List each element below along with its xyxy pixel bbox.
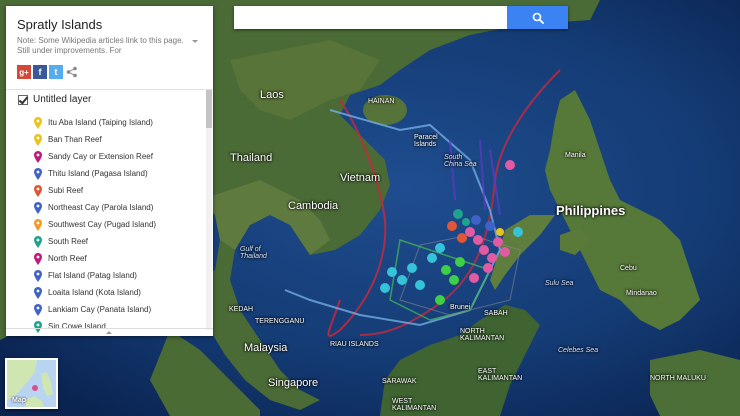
search-button[interactable] bbox=[507, 6, 568, 29]
layer-item-label: Lankiam Cay (Panata Island) bbox=[48, 305, 152, 314]
label-north-kalimantan: NORTH KALIMANTAN bbox=[460, 328, 505, 342]
legend-scrollbar[interactable] bbox=[206, 90, 212, 330]
map-pin-icon bbox=[34, 235, 42, 248]
map-pin-icon bbox=[34, 201, 42, 214]
layer-item-label: Ban Than Reef bbox=[48, 135, 102, 144]
basemap-toggle[interactable]: Map bbox=[5, 358, 58, 409]
basemap-label: Map bbox=[12, 397, 26, 404]
map-pin-icon bbox=[34, 286, 42, 299]
label-east-kalimantan: EAST KALIMANTAN bbox=[478, 368, 523, 382]
map-pin-icon bbox=[34, 252, 42, 265]
layer-item-label: North Reef bbox=[48, 254, 87, 263]
label-south-china-sea: South China Sea bbox=[444, 154, 477, 168]
map-pin-icon bbox=[34, 116, 42, 129]
layer-item-label: Sandy Cay or Extension Reef bbox=[48, 152, 153, 161]
layer-item[interactable]: South Reef bbox=[34, 233, 206, 250]
search-icon bbox=[532, 12, 544, 24]
label-kedah: KEDAH bbox=[229, 306, 254, 313]
legend-scroll-thumb[interactable] bbox=[206, 90, 212, 128]
label-philippines: Philippines bbox=[556, 203, 626, 218]
label-thailand: Thailand bbox=[230, 152, 273, 164]
label-manila: Manila bbox=[565, 152, 586, 159]
google-plus-share-button[interactable]: g+ bbox=[17, 65, 31, 79]
map-legend-panel: Spratly Islands Note: Some Wikipedia art… bbox=[6, 6, 213, 336]
label-west-kalimantan: WEST KALIMANTAN bbox=[392, 398, 437, 412]
divider bbox=[6, 89, 213, 90]
label-sarawak: SARAWAK bbox=[382, 378, 417, 385]
layer-header: Untitled layer bbox=[18, 94, 91, 105]
share-icon[interactable] bbox=[65, 65, 79, 79]
map-title[interactable]: Spratly Islands bbox=[17, 17, 102, 32]
label-mindanao: Mindanao bbox=[626, 290, 657, 297]
label-laos: Laos bbox=[260, 89, 284, 101]
label-cambodia: Cambodia bbox=[288, 200, 339, 212]
label-gulf-of-thailand: Gulf of Thailand bbox=[240, 246, 267, 260]
layer-item-label: Loaita Island (Kota Island) bbox=[48, 288, 141, 297]
layer-item-label: Subi Reef bbox=[48, 186, 84, 195]
label-north-maluku: NORTH MALUKU bbox=[650, 375, 706, 382]
layer-item-label: Itu Aba Island (Taiping Island) bbox=[48, 118, 153, 127]
search-bar bbox=[234, 6, 568, 29]
expand-description-icon[interactable] bbox=[192, 40, 198, 43]
label-vietnam: Vietnam bbox=[340, 172, 381, 184]
label-sabah: SABAH bbox=[484, 310, 508, 317]
layer-item[interactable]: Sandy Cay or Extension Reef bbox=[34, 148, 206, 165]
layer-item[interactable]: Thitu Island (Pagasa Island) bbox=[34, 165, 206, 182]
layer-item[interactable]: Northeast Cay (Parola Island) bbox=[34, 199, 206, 216]
label-paracel: Paracel Islands bbox=[414, 134, 438, 148]
layer-item-list: Itu Aba Island (Taiping Island) Ban Than … bbox=[34, 114, 206, 335]
map-pin-icon bbox=[34, 133, 42, 146]
land-sulawesi bbox=[650, 350, 740, 416]
layer-item[interactable]: Itu Aba Island (Taiping Island) bbox=[34, 114, 206, 131]
layer-item[interactable]: Flat Island (Patag Island) bbox=[34, 267, 206, 284]
layer-item[interactable]: Lankiam Cay (Panata Island) bbox=[34, 301, 206, 318]
label-malaysia: Malaysia bbox=[244, 342, 288, 354]
facebook-share-button[interactable]: f bbox=[33, 65, 47, 79]
label-singapore: Singapore bbox=[268, 377, 319, 389]
label-riau: RIAU ISLANDS bbox=[330, 341, 379, 348]
layer-item-label: South Reef bbox=[48, 237, 89, 246]
map-pin-icon bbox=[34, 303, 42, 316]
label-sulu-sea: Sulu Sea bbox=[545, 280, 574, 287]
label-hainan: HAINAN bbox=[368, 98, 395, 105]
share-row: g+ f t bbox=[17, 65, 79, 79]
map-pin-icon bbox=[34, 167, 42, 180]
layer-item-label: Northeast Cay (Parola Island) bbox=[48, 203, 154, 212]
layer-item-label: Thitu Island (Pagasa Island) bbox=[48, 169, 148, 178]
label-cebu: Cebu bbox=[620, 265, 637, 272]
layer-item[interactable]: Southwest Cay (Pugad Island) bbox=[34, 216, 206, 233]
collapse-panel-icon[interactable] bbox=[106, 331, 112, 334]
search-input[interactable] bbox=[234, 6, 508, 29]
label-terengganu: TERENGGANU bbox=[255, 318, 305, 325]
layer-name: Untitled layer bbox=[33, 94, 92, 105]
layer-item[interactable]: Ban Than Reef bbox=[34, 131, 206, 148]
map-description: Note: Some Wikipedia articles link to th… bbox=[17, 36, 184, 55]
layer-item[interactable]: Subi Reef bbox=[34, 182, 206, 199]
map-pin-icon bbox=[34, 150, 42, 163]
layer-item-label: Flat Island (Patag Island) bbox=[48, 271, 137, 280]
label-celebes-sea: Celebes Sea bbox=[558, 347, 599, 354]
layer-item-label: Southwest Cay (Pugad Island) bbox=[48, 220, 157, 229]
label-brunei: Brunei bbox=[450, 304, 471, 311]
map-pin-icon bbox=[34, 184, 42, 197]
layer-item[interactable]: North Reef bbox=[34, 250, 206, 267]
layer-item[interactable]: Loaita Island (Kota Island) bbox=[34, 284, 206, 301]
twitter-share-button[interactable]: t bbox=[49, 65, 63, 79]
map-pin-icon bbox=[34, 218, 42, 231]
collapse-panel-bar[interactable] bbox=[6, 328, 213, 336]
map-pin-icon bbox=[34, 269, 42, 282]
layer-visibility-checkbox[interactable] bbox=[18, 94, 28, 105]
